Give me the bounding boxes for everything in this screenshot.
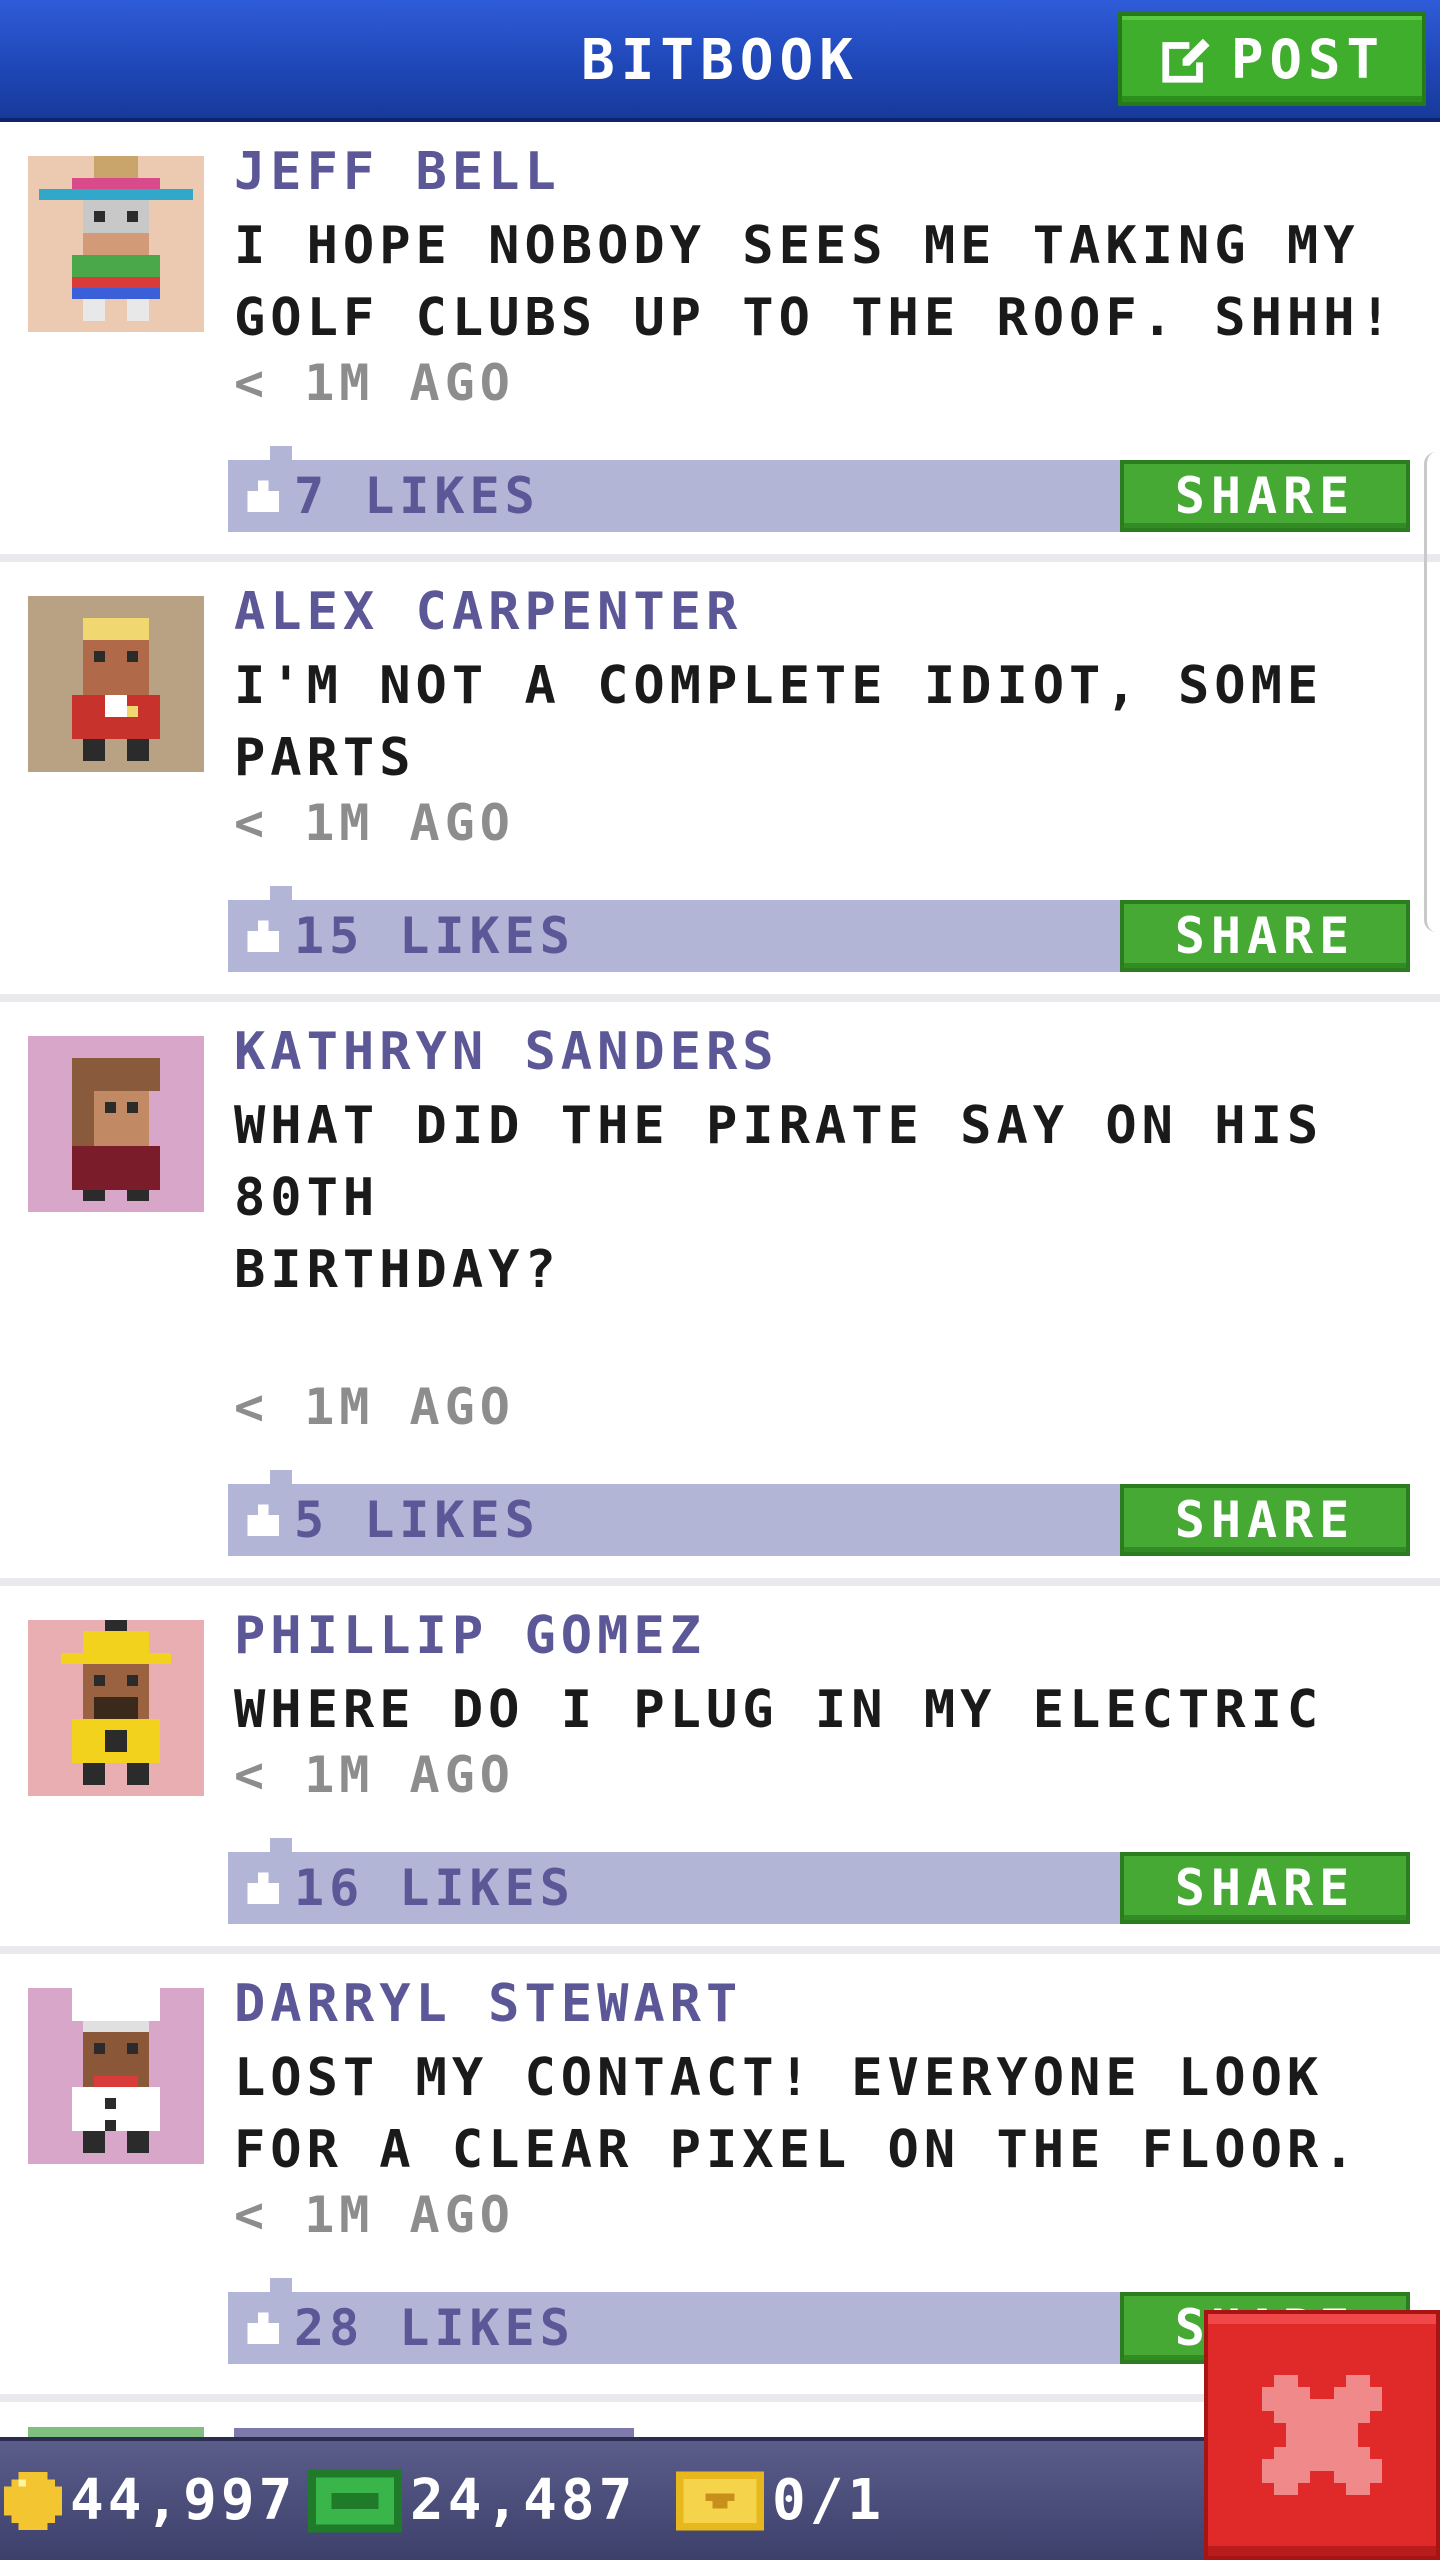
post-divider [0,1946,1440,1954]
post-text: WHAT DID THE PIRATE SAY ON HIS 80TH BIRT… [234,1096,1324,1300]
feed[interactable]: JEFF BELL I HOPE NOBODY SEES ME TAKING M… [0,122,1440,2437]
likes-count: 16 LIKES [294,1859,575,1917]
compose-icon [1162,38,1210,83]
tickets-stat: 0/1 [676,2441,885,2560]
avatar[interactable] [28,1036,204,1212]
like-button[interactable]: 16 LIKES [242,1852,575,1924]
post-author: PHILLIP GOMEZ [234,1606,706,1666]
feed-post: KATHRYN SANDERS WHAT DID THE PIRATE SAY … [0,1002,1440,1586]
likes-bar: 5 LIKES SHARE [228,1470,1410,1556]
post-time: < 1M AGO [234,2186,515,2244]
thumb-up-icon [247,1872,279,1904]
post-time: < 1M AGO [234,794,515,852]
feed-post: ALEX CARPENTER I'M NOT A COMPLETE IDIOT,… [0,562,1440,1002]
share-button[interactable]: SHARE [1120,900,1410,972]
thumb-up-icon [247,1504,279,1536]
post-time: < 1M AGO [234,1746,515,1804]
like-button[interactable]: 5 LIKES [242,1484,540,1556]
post-divider [0,994,1440,1002]
post-divider [0,554,1440,562]
likes-count: 28 LIKES [294,2299,575,2357]
post-text: LOST MY CONTACT! EVERYONE LOOK FOR A CLE… [234,2048,1360,2180]
likes-count: 15 LIKES [294,907,575,965]
post-author: ALEX CARPENTER [234,582,743,642]
post-divider [0,1578,1440,1586]
post-author: DARRYL STEWART [234,1974,743,2034]
avatar[interactable] [28,1988,204,2164]
scrollbar[interactable] [1424,452,1440,932]
post-author: JEFF BELL [234,142,561,202]
post-text: WHERE DO I PLUG IN MY ELECTRIC CAR? [234,1680,1324,1740]
avatar[interactable] [28,1620,204,1796]
app-header: BITBOOK POST [0,0,1440,122]
post-time: < 1M AGO [234,1378,515,1436]
bux-stat: 24,487 [308,2441,636,2560]
avatar-jeff-bell [28,156,204,332]
post-author: KATHRYN SANDERS [234,1022,779,1082]
likes-bar: 7 LIKES SHARE [228,446,1410,532]
thumb-up-icon [247,2312,279,2344]
post-time: < 1M AGO [234,354,515,412]
avatar-alex-carpenter [28,596,204,772]
feed-post-partial [28,2427,204,2437]
avatar-kathryn-sanders [28,1036,204,1212]
likes-count: 7 LIKES [294,467,540,525]
avatar[interactable] [28,596,204,772]
share-button[interactable]: SHARE [1120,1852,1410,1924]
coins-stat: 44,997 [4,2441,296,2560]
like-button[interactable]: 7 LIKES [242,460,540,532]
golden-ticket-icon [676,2471,764,2530]
close-icon [1262,2375,1382,2495]
thumb-up-icon [247,480,279,512]
post-button-label: POST [1230,27,1386,91]
likes-bar: 16 LIKES SHARE [228,1838,1410,1924]
avatar-darryl-stewart [28,1988,204,2164]
like-button[interactable]: 28 LIKES [242,2292,575,2364]
post-text: I HOPE NOBODY SEES ME TAKING MY GOLF CLU… [234,216,1396,348]
share-button[interactable]: SHARE [1120,460,1410,532]
tickets-count: 0/1 [772,2468,886,2533]
thumb-up-icon [247,920,279,952]
coin-icon [4,2471,62,2530]
bux-icon [308,2469,402,2532]
bux-count: 24,487 [410,2468,637,2533]
avatar-phillip-gomez [28,1620,204,1796]
feed-post: JEFF BELL I HOPE NOBODY SEES ME TAKING M… [0,122,1440,562]
share-button[interactable]: SHARE [1120,1484,1410,1556]
feed-post: PHILLIP GOMEZ WHERE DO I PLUG IN MY ELEC… [0,1586,1440,1954]
avatar[interactable] [28,156,204,332]
coins-count: 44,997 [70,2468,297,2533]
likes-count: 5 LIKES [294,1491,540,1549]
close-button[interactable] [1204,2310,1440,2560]
post-author-partial [234,2428,634,2437]
post-button[interactable]: POST [1118,12,1426,106]
likes-bar: 15 LIKES SHARE [228,886,1410,972]
like-button[interactable]: 15 LIKES [242,900,575,972]
post-text: I'M NOT A COMPLETE IDIOT, SOME PARTS ARE… [234,656,1324,788]
